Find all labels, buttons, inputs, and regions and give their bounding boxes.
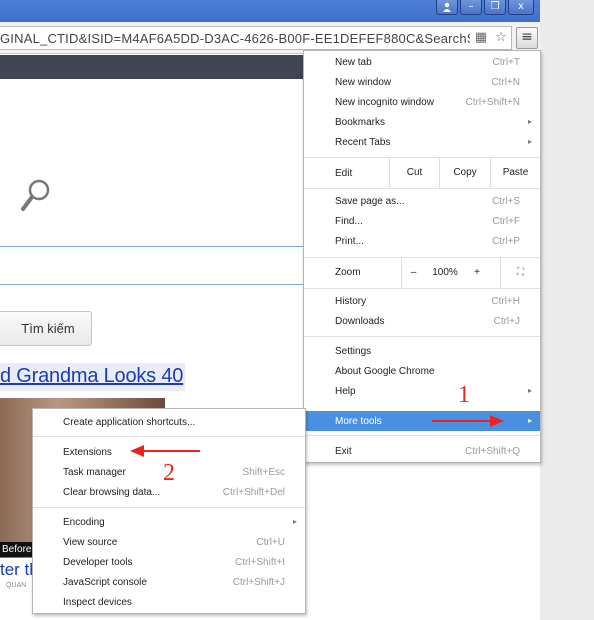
window-title-bar: – ❐ x bbox=[0, 0, 540, 22]
submenu-item-encoding[interactable]: Encoding ▸ bbox=[33, 512, 305, 532]
search-field-top-border bbox=[0, 246, 303, 247]
menu-separator bbox=[304, 188, 540, 189]
annotation-step-1: 1 bbox=[458, 382, 470, 408]
page-header-bar bbox=[0, 55, 303, 79]
window-controls: – ❐ x bbox=[436, 0, 534, 15]
cut-button[interactable]: Cut bbox=[389, 158, 439, 188]
menu-item-downloads[interactable]: Downloads Ctrl+J bbox=[304, 311, 540, 331]
submenu-item-view-source[interactable]: View source Ctrl+U bbox=[33, 532, 305, 552]
menu-item-save-page[interactable]: Save page as... Ctrl+S bbox=[304, 191, 540, 211]
chrome-main-menu: New tab Ctrl+T New window Ctrl+N New inc… bbox=[303, 50, 541, 463]
chrome-menu-button[interactable]: ≡ bbox=[516, 27, 538, 49]
submenu-item-create-shortcuts[interactable]: Create application shortcuts... bbox=[33, 412, 305, 432]
menu-item-find[interactable]: Find... Ctrl+F bbox=[304, 211, 540, 231]
menu-item-about[interactable]: About Google Chrome bbox=[304, 361, 540, 381]
menu-item-new-tab[interactable]: New tab Ctrl+T bbox=[304, 52, 540, 72]
search-button[interactable]: Tìm kiếm bbox=[0, 311, 92, 346]
annotation-arrow-right bbox=[432, 415, 504, 427]
page-info-icon[interactable]: ▦ bbox=[473, 29, 489, 47]
menu-separator bbox=[304, 336, 540, 337]
chevron-right-icon: ▸ bbox=[292, 517, 297, 526]
menu-separator bbox=[33, 507, 305, 508]
menu-separator bbox=[304, 288, 540, 289]
restore-button[interactable]: ❐ bbox=[484, 0, 506, 15]
menu-item-exit[interactable]: Exit Ctrl+Shift+Q bbox=[304, 441, 540, 461]
copy-button[interactable]: Copy bbox=[439, 158, 490, 188]
more-tools-submenu: Create application shortcuts... Extensio… bbox=[32, 408, 306, 614]
menu-item-new-incognito[interactable]: New incognito window Ctrl+Shift+N bbox=[304, 92, 540, 112]
menu-zoom-row: Zoom – 100% + ⛶ bbox=[304, 258, 540, 288]
menu-separator bbox=[33, 436, 305, 437]
zoom-level: 100% bbox=[432, 267, 458, 278]
annotation-arrow-left bbox=[130, 445, 200, 457]
window-background bbox=[540, 0, 594, 620]
address-bar[interactable]: GINAL_CTID&ISID=M4AF6A5DD-D3AC-4626-B00F… bbox=[0, 26, 512, 50]
ad-source-text: QUAN bbox=[6, 582, 27, 589]
menu-item-help[interactable]: Help ▸ bbox=[304, 381, 540, 401]
chevron-right-icon: ▸ bbox=[527, 386, 532, 395]
zoom-out-button[interactable]: – bbox=[401, 258, 425, 288]
ad-headline-link[interactable]: d Grandma Looks 40 bbox=[0, 363, 186, 391]
submenu-item-javascript-console[interactable]: JavaScript console Ctrl+Shift+J bbox=[33, 572, 305, 592]
chevron-right-icon: ▸ bbox=[527, 137, 532, 146]
menu-separator bbox=[304, 435, 540, 436]
menu-edit-row: Edit Cut Copy Paste bbox=[304, 158, 540, 188]
fullscreen-icon[interactable]: ⛶ bbox=[500, 258, 540, 288]
url-text[interactable]: GINAL_CTID&ISID=M4AF6A5DD-D3AC-4626-B00F… bbox=[0, 31, 476, 46]
menu-item-print[interactable]: Print... Ctrl+P bbox=[304, 231, 540, 251]
search-field-bottom-border bbox=[0, 284, 303, 285]
annotation-step-2: 2 bbox=[163, 460, 175, 486]
submenu-item-developer-tools[interactable]: Developer tools Ctrl+Shift+I bbox=[33, 552, 305, 572]
menu-item-recent-tabs[interactable]: Recent Tabs ▸ bbox=[304, 132, 540, 152]
person-icon bbox=[443, 2, 451, 12]
zoom-in-button[interactable]: + bbox=[465, 258, 489, 288]
menu-item-bookmarks[interactable]: Bookmarks ▸ bbox=[304, 112, 540, 132]
search-icon[interactable] bbox=[20, 178, 52, 214]
close-window-button[interactable]: x bbox=[508, 0, 534, 15]
submenu-item-inspect-devices[interactable]: Inspect devices bbox=[33, 592, 305, 612]
minimize-button[interactable]: – bbox=[460, 0, 482, 15]
menu-item-settings[interactable]: Settings bbox=[304, 341, 540, 361]
menu-item-new-window[interactable]: New window Ctrl+N bbox=[304, 72, 540, 92]
menu-item-history[interactable]: History Ctrl+H bbox=[304, 291, 540, 311]
chevron-right-icon: ▸ bbox=[527, 117, 532, 126]
chevron-right-icon: ▸ bbox=[527, 416, 532, 425]
user-profile-button[interactable] bbox=[436, 0, 458, 15]
paste-button[interactable]: Paste bbox=[490, 158, 540, 188]
bookmark-star-icon[interactable]: ☆ bbox=[493, 29, 509, 47]
